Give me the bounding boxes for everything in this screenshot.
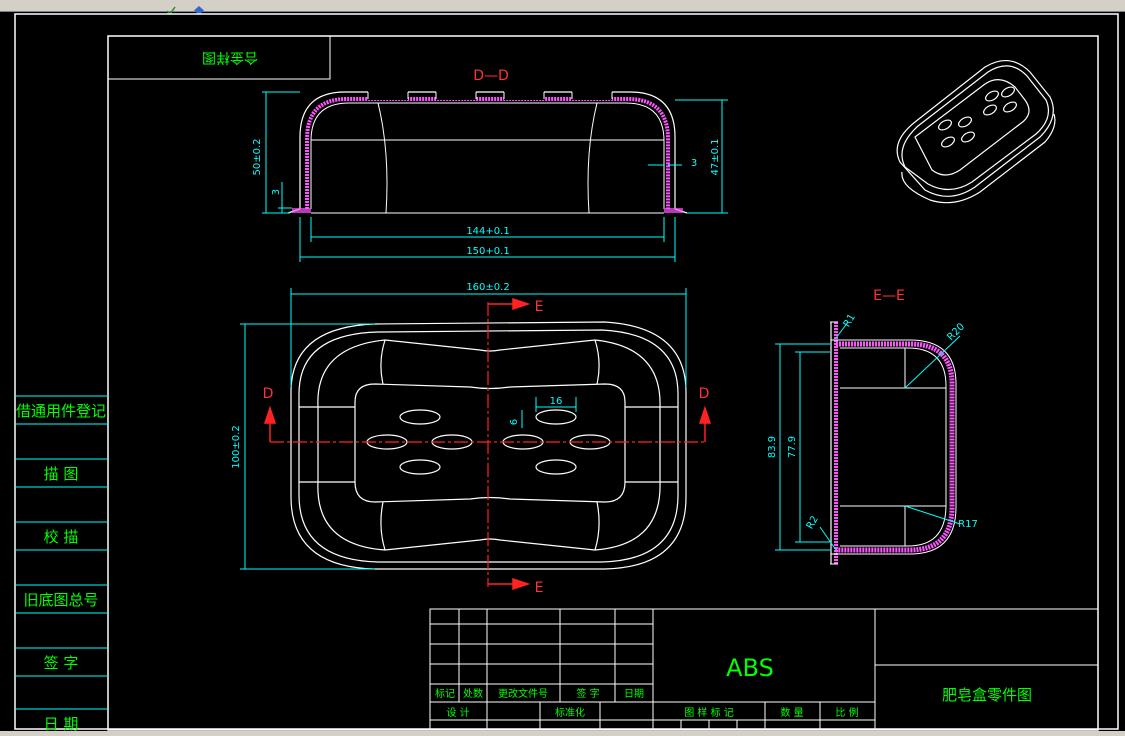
sheet-border <box>14 13 1119 730</box>
dd-wall-dim: 3 <box>691 158 697 169</box>
isometric-3d-view <box>896 60 1056 204</box>
sign-label-standard: 标准化 <box>555 706 585 719</box>
diamond-icon[interactable] <box>194 0 204 15</box>
rev-header-mark: 标记 <box>435 688 455 700</box>
rev-header-count: 处数 <box>463 687 483 700</box>
top-left-title: 合金样图 <box>202 49 258 65</box>
dd-inner-width-dim: 144+0.1 <box>466 226 509 237</box>
ee-h2-dim: 77.9 <box>787 436 798 458</box>
ee-r20-dim: R20 <box>945 321 967 343</box>
part-name-label: 肥皂盒零件图 <box>942 686 1032 704</box>
status-bar <box>0 731 1125 736</box>
left-label-signature: 签 字 <box>44 654 79 672</box>
material-label: ABS <box>726 654 774 682</box>
dd-view-title: D—D <box>473 68 509 84</box>
stage-label-scale: 比 例 <box>835 706 858 719</box>
plan-hole-width-dim: 16 <box>550 396 563 407</box>
left-label-date: 日 期 <box>44 715 79 731</box>
section-label-e-top: E <box>535 299 544 315</box>
plan-height-dim: 100±0.2 <box>231 425 242 468</box>
ee-r17-dim: R17 <box>958 519 978 530</box>
ee-view-title: E—E <box>873 288 905 304</box>
ee-r2-dim: R2 <box>805 514 821 531</box>
dd-section-view <box>287 90 688 214</box>
rev-header-date: 日期 <box>624 688 644 700</box>
left-label-trace: 描 图 <box>44 465 79 483</box>
rev-header-sign: 签 字 <box>576 687 599 700</box>
stage-label-qty: 数 量 <box>780 706 803 719</box>
stage-label-mark: 图 样 标 记 <box>684 706 734 719</box>
dd-height-dim: 50±0.2 <box>252 138 263 175</box>
ee-dimension-lines <box>775 321 961 551</box>
application-toolbar <box>0 0 1125 16</box>
section-label-e-bottom: E <box>535 580 544 596</box>
left-label-check: 校 描 <box>44 528 79 546</box>
plan-width-dim: 160±0.2 <box>466 282 509 293</box>
plan-center-lines <box>270 302 705 587</box>
sign-label-design: 设 计 <box>446 706 469 719</box>
section-label-d-left: D <box>263 386 274 402</box>
rev-header-doc: 更改文件号 <box>498 687 548 700</box>
cad-drawing-canvas[interactable]: 合金样图 借通用件登记 描 图 校 描 旧底图总号 签 字 日 期 D—D 50… <box>0 12 1125 731</box>
dd-outer-width-dim: 150+0.1 <box>466 246 509 257</box>
check-icon[interactable] <box>166 0 176 16</box>
ee-h1-dim: 83.9 <box>767 436 778 458</box>
dd-step-dim: 3 <box>271 189 282 195</box>
section-label-d-right: D <box>699 386 710 402</box>
plan-dimension-lines <box>240 288 687 570</box>
dd-depth-dim: 47±0.1 <box>710 138 721 175</box>
left-label-registry: 借通用件登记 <box>16 402 106 420</box>
left-label-old-number: 旧底图总号 <box>23 591 98 609</box>
plan-hole-height-dim: 6 <box>509 419 520 425</box>
